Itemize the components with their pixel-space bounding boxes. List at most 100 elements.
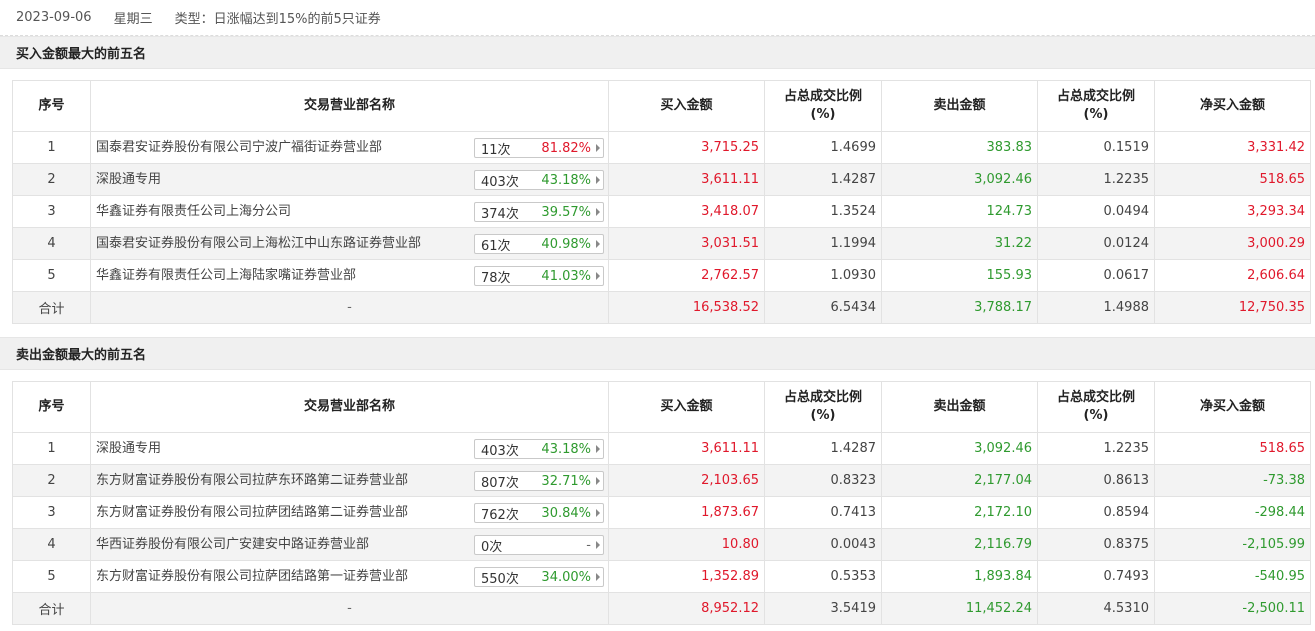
caret-right-icon	[596, 240, 600, 248]
buy-ratio: 1.1994	[764, 227, 882, 260]
branch-stats-button[interactable]: 550次 34.00%	[474, 567, 604, 587]
win-rate: 81.82%	[541, 140, 591, 156]
branch-stats-button[interactable]: 0次 -	[474, 535, 604, 555]
row-index: 4	[12, 227, 91, 260]
col-buy-ratio-header-line1: 占总成交比例	[783, 89, 862, 104]
branch-cell: 深股通专用 403次 43.18%	[90, 432, 609, 465]
branch-stats-button[interactable]: 807次 32.71%	[474, 471, 604, 491]
buy-ratio: 0.8323	[764, 464, 882, 497]
sell-section-title: 卖出金额最大的前五名	[0, 337, 1315, 370]
table-header: 序号 交易营业部名称 买入金额 占总成交比例 (%) 卖出金额 占总成交比例 (%) 净买入金额	[12, 381, 1311, 433]
buy-amount: 3,031.51	[608, 227, 765, 260]
branch-stats-button[interactable]: 11次 81.82%	[474, 138, 604, 158]
total-buy-amount: 8,952.12	[608, 592, 765, 625]
trade-date: 2023-09-06	[16, 10, 92, 25]
col-buy-ratio-header: 占总成交比例 (%)	[764, 381, 882, 433]
sell-ratio: 0.7493	[1037, 560, 1155, 593]
listing-count: 403次	[481, 443, 519, 459]
buy-ratio: 0.0043	[764, 528, 882, 561]
col-sell-ratio-header: 占总成交比例 (%)	[1037, 80, 1155, 132]
sell-amount: 383.83	[881, 131, 1038, 164]
col-sell-ratio-header-line1: 占总成交比例	[1056, 89, 1135, 104]
win-rate: 39.57%	[541, 204, 591, 220]
sell-ratio: 1.2235	[1037, 432, 1155, 465]
buy-amount: 3,611.11	[608, 432, 765, 465]
branch-stats-button[interactable]: 403次 43.18%	[474, 170, 604, 190]
caret-right-icon	[596, 445, 600, 453]
header-row: 序号 交易营业部名称 买入金额 占总成交比例 (%) 卖出金额 占总成交比例 (%) 净买入金额	[12, 381, 1311, 433]
buy-amount: 1,873.67	[608, 496, 765, 529]
win-rate: 34.00%	[541, 569, 591, 585]
listing-count: 762次	[481, 507, 519, 523]
col-buy-ratio-header-line1: 占总成交比例	[783, 390, 862, 405]
listing-count: 78次	[481, 270, 511, 286]
sell-ratio: 0.0124	[1037, 227, 1155, 260]
branch-name: 国泰君安证券股份有限公司上海松江中山东路证券营业部	[96, 236, 422, 251]
total-net-buy: -2,500.11	[1154, 592, 1311, 625]
sell-amount: 155.93	[881, 259, 1038, 292]
branch-stats-button[interactable]: 374次 39.57%	[474, 202, 604, 222]
col-index-header: 序号	[12, 80, 91, 132]
branch-name: 华鑫证券有限责任公司上海分公司	[96, 204, 292, 219]
row-index: 3	[12, 496, 91, 529]
net-buy-amount: 3,331.42	[1154, 131, 1311, 164]
caret-right-icon	[596, 477, 600, 485]
net-buy-amount: -540.95	[1154, 560, 1311, 593]
caret-right-icon	[596, 573, 600, 581]
branch-name: 东方财富证券股份有限公司拉萨东环路第二证券营业部	[96, 473, 409, 488]
col-sell-ratio-header-line1: 占总成交比例	[1056, 390, 1135, 405]
branch-stats-button[interactable]: 61次 40.98%	[474, 234, 604, 254]
branch-cell: 国泰君安证券股份有限公司上海松江中山东路证券营业部 61次 40.98%	[90, 227, 609, 260]
total-buy-ratio: 6.5434	[764, 291, 882, 324]
sell-amount: 2,177.04	[881, 464, 1038, 497]
buy-amount: 10.80	[608, 528, 765, 561]
row-index: 5	[12, 560, 91, 593]
buy-ratio: 1.4287	[764, 163, 882, 196]
buy-ratio: 0.7413	[764, 496, 882, 529]
total-net-buy: 12,750.35	[1154, 291, 1311, 324]
buy-top5-table: 序号 交易营业部名称 买入金额 占总成交比例 (%) 卖出金额 占总成交比例 (%) 净买入金额…	[12, 80, 1311, 324]
caret-right-icon	[596, 509, 600, 517]
listing-count: 61次	[481, 238, 511, 254]
col-sell-amount-header: 卖出金额	[881, 80, 1038, 132]
branch-cell: 东方财富证券股份有限公司拉萨团结路第一证券营业部 550次 34.00%	[90, 560, 609, 593]
branch-name: 国泰君安证券股份有限公司宁波广福街证券营业部	[96, 140, 383, 155]
net-buy-amount: -298.44	[1154, 496, 1311, 529]
sell-ratio: 0.0494	[1037, 195, 1155, 228]
branch-name: 深股通专用	[96, 441, 162, 456]
col-buy-ratio-header-line2: (%)	[810, 107, 836, 122]
branch-cell: 华鑫证券有限责任公司上海分公司 374次 39.57%	[90, 195, 609, 228]
branch-stats-button[interactable]: 403次 43.18%	[474, 439, 604, 459]
total-label: 合计	[12, 291, 91, 324]
buy-amount: 3,611.11	[608, 163, 765, 196]
branch-name: 华鑫证券有限责任公司上海陆家嘴证券营业部	[96, 268, 357, 283]
sell-ratio: 0.1519	[1037, 131, 1155, 164]
list-type: 类型：日涨幅达到15%的前5只证券	[174, 12, 381, 27]
table-row: 4 国泰君安证券股份有限公司上海松江中山东路证券营业部 61次 40.98% 3,031…	[12, 227, 1311, 260]
net-buy-amount: -2,105.99	[1154, 528, 1311, 561]
branch-stats-button[interactable]: 78次 41.03%	[474, 266, 604, 286]
buy-amount: 3,715.25	[608, 131, 765, 164]
win-rate: 40.98%	[541, 236, 591, 252]
caret-right-icon	[596, 208, 600, 216]
branch-name: 深股通专用	[96, 172, 162, 187]
col-net-buy-header: 净买入金额	[1154, 381, 1311, 433]
buy-ratio: 1.4699	[764, 131, 882, 164]
col-index-header: 序号	[12, 381, 91, 433]
col-buy-amount-header: 买入金额	[608, 381, 765, 433]
buy-ratio: 1.4287	[764, 432, 882, 465]
win-rate: -	[586, 537, 591, 553]
win-rate: 43.18%	[541, 172, 591, 188]
sell-amount: 1,893.84	[881, 560, 1038, 593]
table-row: 1 国泰君安证券股份有限公司宁波广福街证券营业部 11次 81.82% 3,715.25…	[12, 131, 1311, 164]
sell-amount: 2,116.79	[881, 528, 1038, 561]
listing-count: 550次	[481, 571, 519, 587]
row-index: 1	[12, 131, 91, 164]
net-buy-amount: 2,606.64	[1154, 259, 1311, 292]
net-buy-amount: 3,293.34	[1154, 195, 1311, 228]
net-buy-amount: 3,000.29	[1154, 227, 1311, 260]
branch-cell: 深股通专用 403次 43.18%	[90, 163, 609, 196]
caret-right-icon	[596, 144, 600, 152]
branch-stats-button[interactable]: 762次 30.84%	[474, 503, 604, 523]
buy-ratio: 1.3524	[764, 195, 882, 228]
